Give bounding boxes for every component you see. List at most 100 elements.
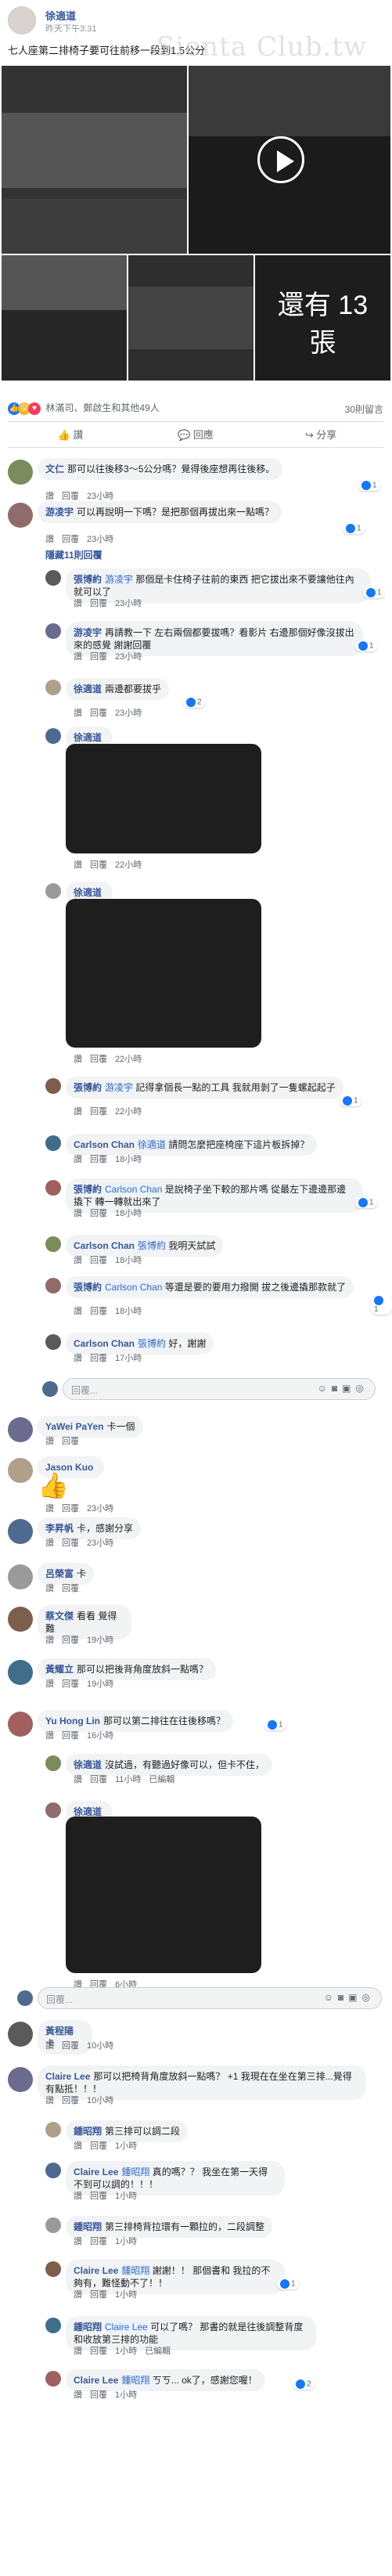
comment-author[interactable]: 徐適道 xyxy=(74,1806,102,1817)
avatar[interactable] xyxy=(45,1236,61,1252)
comment-like-link[interactable]: 讚 xyxy=(45,2041,54,2051)
comment-reply-link[interactable]: 回覆 xyxy=(62,2096,79,2105)
camera-icon[interactable]: ◙ xyxy=(332,1383,342,1394)
avatar[interactable] xyxy=(8,1519,33,1544)
comment-reply-link[interactable]: 回覆 xyxy=(90,1155,107,1164)
avatar[interactable] xyxy=(45,2371,61,2387)
like-count-badge[interactable]: 1 xyxy=(371,1295,392,1315)
sticker-icon[interactable]: ◎ xyxy=(356,1383,369,1394)
like-count-badge[interactable]: 1 xyxy=(343,523,365,534)
comment-like-link[interactable]: 讚 xyxy=(74,2347,82,2356)
comment-author[interactable]: Claire Lee xyxy=(74,2265,118,2276)
comment-reply-link[interactable]: 回覆 xyxy=(90,709,107,718)
comment-like-link[interactable]: 讚 xyxy=(74,1256,82,1265)
comment-time[interactable]: 16小時 xyxy=(87,1731,113,1741)
comment-author[interactable]: Claire Lee xyxy=(74,2375,118,2386)
comment-like-link[interactable]: 讚 xyxy=(74,860,82,870)
comment-reply-link[interactable]: 回覆 xyxy=(62,1636,79,1645)
comment-author[interactable]: Yu Hong Lin xyxy=(45,1716,100,1726)
avatar[interactable] xyxy=(8,1712,33,1737)
comment-author[interactable]: Claire Lee xyxy=(45,2071,90,2082)
comment-like-link[interactable]: 讚 xyxy=(74,1155,82,1164)
comment-author[interactable]: 文仁 xyxy=(45,464,64,474)
comment-author[interactable]: 鍾昭翔 xyxy=(74,2322,102,2332)
like-button[interactable]: 👍 讚 xyxy=(8,422,133,447)
emoji-icon[interactable]: ☺ xyxy=(324,1992,338,2003)
comment-time[interactable]: 1小時 xyxy=(115,2237,137,2246)
gif-icon[interactable]: ▣ xyxy=(342,1383,355,1394)
comment-like-link[interactable]: 讚 xyxy=(45,1679,54,1689)
comment-author[interactable]: Claire Lee xyxy=(74,2167,118,2177)
comment-author[interactable]: YaWei PaYen xyxy=(45,1421,104,1432)
comment-time[interactable]: 11小時 xyxy=(115,1775,141,1784)
comment-like-link[interactable]: 讚 xyxy=(45,535,54,544)
comment-author[interactable]: 張博約 xyxy=(74,1282,102,1293)
comment-reply-link[interactable]: 回覆 xyxy=(90,652,107,662)
avatar[interactable] xyxy=(8,1607,33,1632)
comment-photo[interactable] xyxy=(66,899,261,1048)
comment-like-link[interactable]: 讚 xyxy=(45,1437,54,1446)
reply-input[interactable]: 回覆... ☺◙▣◎ xyxy=(38,1987,382,2009)
avatar[interactable] xyxy=(8,2022,33,2047)
comment-reply-link[interactable]: 回覆 xyxy=(62,1679,79,1689)
comment-like-link[interactable]: 讚 xyxy=(74,1354,82,1363)
comment-author[interactable]: 張博約 xyxy=(74,1184,102,1195)
comment-like-link[interactable]: 讚 xyxy=(45,1584,54,1593)
avatar[interactable] xyxy=(8,1458,33,1483)
comment-time[interactable]: 1小時 xyxy=(115,2347,137,2356)
avatar[interactable] xyxy=(45,1180,61,1196)
comment-like-link[interactable]: 讚 xyxy=(45,1539,54,1548)
comment-reply-link[interactable]: 回覆 xyxy=(62,1437,79,1446)
avatar[interactable] xyxy=(45,2318,61,2333)
comment-reply-link[interactable]: 回覆 xyxy=(90,2141,107,2151)
comment-like-link[interactable]: 讚 xyxy=(74,652,82,662)
comment-like-link[interactable]: 讚 xyxy=(45,1731,54,1741)
like-count-badge[interactable]: 1 xyxy=(264,1719,286,1730)
avatar[interactable] xyxy=(45,728,61,744)
comment-reply-link[interactable]: 回覆 xyxy=(90,2347,107,2356)
avatar[interactable] xyxy=(45,1278,61,1293)
avatar[interactable] xyxy=(8,6,36,34)
comment-time[interactable]: 19小時 xyxy=(87,1636,113,1645)
avatar[interactable] xyxy=(8,1660,33,1685)
comment-time[interactable]: 22小時 xyxy=(115,860,142,870)
comment-reply-link[interactable]: 回覆 xyxy=(90,2290,107,2300)
avatar[interactable] xyxy=(8,503,33,528)
comments-count[interactable]: 30則留言 xyxy=(345,402,383,416)
like-count-badge[interactable]: 1 xyxy=(277,2278,299,2289)
comment-time[interactable]: 18小時 xyxy=(115,1307,142,1316)
avatar[interactable] xyxy=(45,1755,61,1771)
post-photo-2[interactable] xyxy=(2,255,127,381)
mention-link[interactable]: 鍾昭翔 xyxy=(121,2265,150,2276)
comment-time[interactable]: 10小時 xyxy=(87,2041,113,2051)
comment-time[interactable]: 1小時 xyxy=(115,2192,137,2201)
comment-like-link[interactable]: 讚 xyxy=(45,492,54,501)
like-count-badge[interactable]: 1 xyxy=(355,1197,377,1208)
comment-author[interactable]: 張博約 xyxy=(74,574,102,585)
comment-button[interactable]: 💬 回應 xyxy=(133,422,258,447)
mention-link[interactable]: 張博約 xyxy=(138,1338,167,1349)
comment-like-link[interactable]: 讚 xyxy=(74,709,82,718)
comment-reply-link[interactable]: 回覆 xyxy=(62,1584,79,1593)
avatar[interactable] xyxy=(45,2217,61,2233)
comment-reply-link[interactable]: 回覆 xyxy=(62,2041,79,2051)
like-count-badge[interactable]: 2 xyxy=(183,697,205,708)
comment-reply-link[interactable]: 回覆 xyxy=(62,1539,79,1548)
avatar[interactable] xyxy=(8,1417,33,1442)
mention-link[interactable]: 游凌宇 xyxy=(105,1082,134,1093)
comment-photo[interactable] xyxy=(66,744,261,853)
comment-time[interactable]: 18小時 xyxy=(115,1256,142,1265)
comment-reply-link[interactable]: 回覆 xyxy=(90,1055,107,1064)
comment-reply-link[interactable]: 回覆 xyxy=(90,1256,107,1265)
post-time[interactable]: 昨天下午3:31 xyxy=(45,22,96,34)
post-photo-1[interactable] xyxy=(2,66,187,254)
comment-time[interactable]: 1小時 xyxy=(115,2390,137,2400)
mention-link[interactable]: 鍾昭翔 xyxy=(121,2375,150,2386)
comment-author[interactable]: 鍾昭翔 xyxy=(74,2221,102,2232)
comment-time[interactable]: 23小時 xyxy=(87,1504,113,1513)
like-count-badge[interactable]: 1 xyxy=(358,480,380,491)
comment-reply-link[interactable]: 回覆 xyxy=(90,2192,107,2201)
gif-icon[interactable]: ▣ xyxy=(348,1992,361,2003)
like-count-badge[interactable]: 1 xyxy=(363,587,385,598)
camera-icon[interactable]: ◙ xyxy=(338,1992,348,2003)
